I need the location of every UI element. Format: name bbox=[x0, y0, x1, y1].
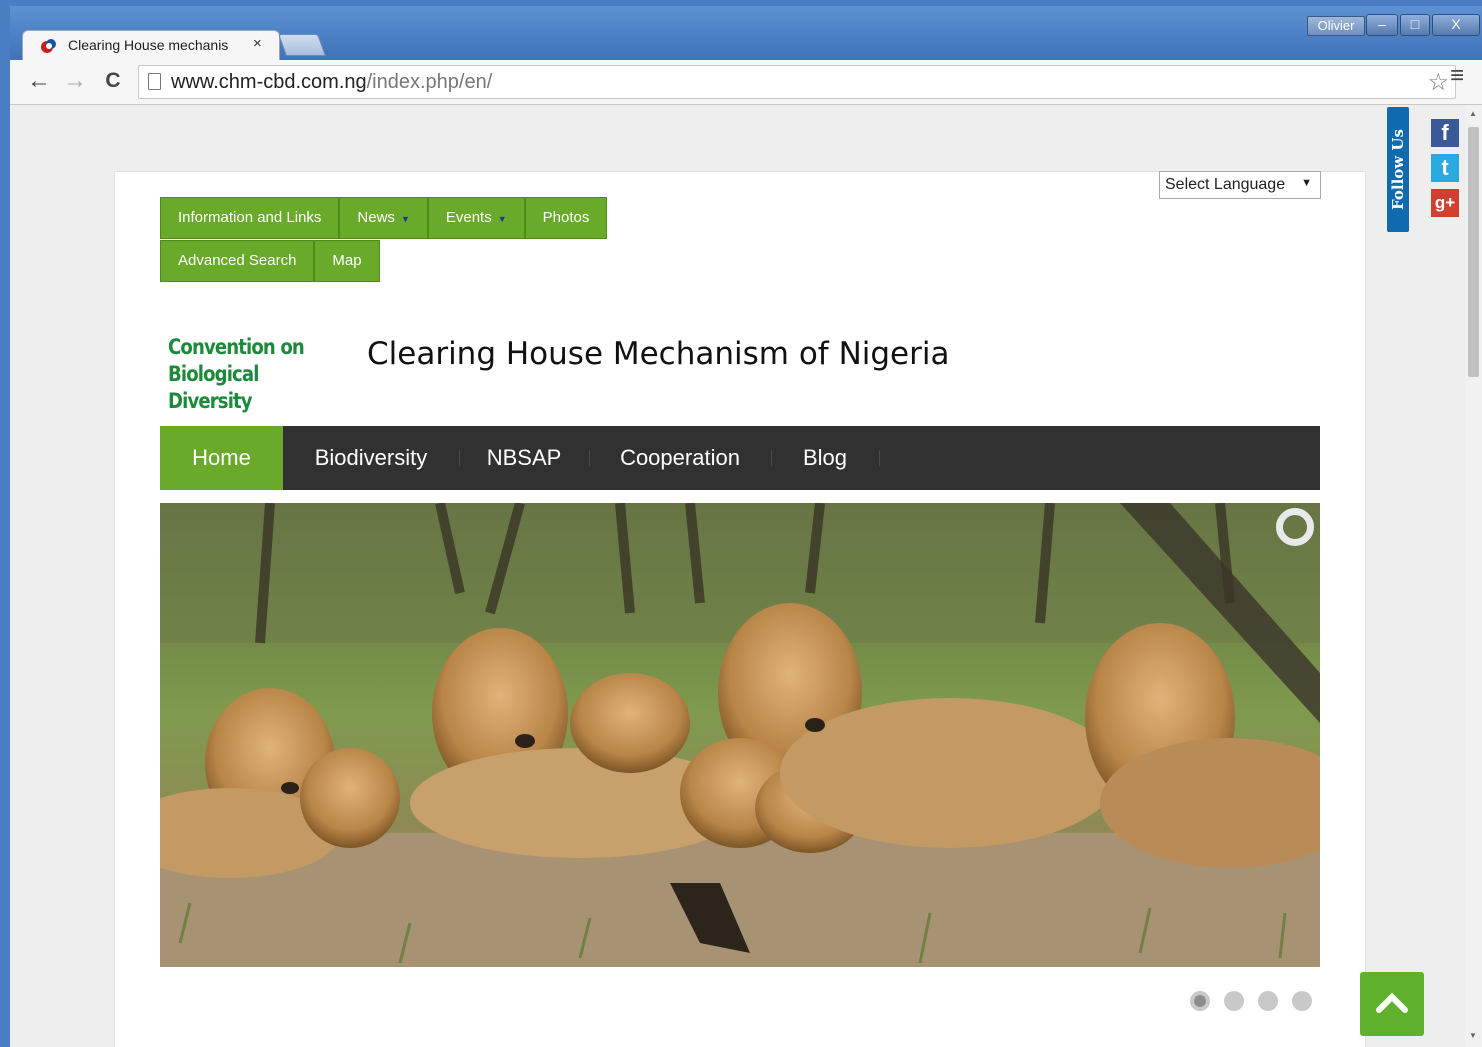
top-menu-label: Advanced Search bbox=[178, 252, 297, 269]
nav-item-cooperation[interactable]: Cooperation bbox=[589, 426, 771, 490]
new-tab-button[interactable] bbox=[277, 34, 327, 56]
google-plus-icon[interactable]: g+ bbox=[1431, 189, 1459, 217]
chevron-down-icon: ▼ bbox=[1301, 177, 1312, 189]
top-menu-item-advanced-search[interactable]: Advanced Search bbox=[160, 240, 315, 282]
image-slider[interactable] bbox=[160, 503, 1320, 967]
follow-us-tab[interactable]: Follow Us bbox=[1387, 107, 1409, 232]
site-title: Clearing House Mechanism of Nigeria bbox=[367, 336, 950, 372]
browser-tab[interactable]: Clearing House mechanis × bbox=[22, 30, 280, 60]
slider-dot[interactable] bbox=[1292, 991, 1312, 1011]
favicon-icon bbox=[41, 39, 56, 53]
follow-us-label: Follow Us bbox=[1389, 129, 1407, 210]
logo-line-2: Biological Diversity bbox=[168, 362, 259, 413]
tab-close-icon[interactable]: × bbox=[253, 35, 262, 52]
language-select[interactable]: Select Language ▼ bbox=[1159, 171, 1321, 199]
lions-photo bbox=[160, 503, 1320, 967]
top-menu-label: News bbox=[357, 209, 395, 226]
cbd-logo[interactable]: Convention on Biological Diversity bbox=[168, 334, 331, 415]
browser-menu-icon[interactable]: ≡ bbox=[1450, 62, 1464, 90]
slider-dot[interactable] bbox=[1190, 991, 1210, 1011]
top-menu-item-events[interactable]: Events ▼ bbox=[427, 197, 525, 239]
back-to-top-button[interactable] bbox=[1360, 972, 1424, 1036]
nav-item-home[interactable]: Home bbox=[160, 426, 283, 490]
top-menu-item-information-and-links[interactable]: Information and Links bbox=[160, 197, 340, 239]
toolbar: ← → C www.chm-cbd.com.ng/index.php/en/ ☆… bbox=[10, 60, 1482, 105]
top-menu-label: Events bbox=[445, 209, 492, 226]
url-text: www.chm-cbd.com.ng/index.php/en/ bbox=[171, 71, 493, 93]
slider-pause-icon[interactable] bbox=[1276, 508, 1314, 546]
logo-line-1: Convention on bbox=[168, 335, 305, 359]
reload-icon[interactable]: C bbox=[100, 67, 126, 95]
twitter-icon[interactable]: t bbox=[1431, 154, 1459, 182]
top-menu-label: Information and Links bbox=[178, 209, 322, 226]
nav-item-biodiversity[interactable]: Biodiversity bbox=[283, 426, 459, 490]
profile-button[interactable]: Olivier bbox=[1307, 16, 1365, 36]
address-bar[interactable]: www.chm-cbd.com.ng/index.php/en/ ☆ bbox=[138, 65, 1456, 99]
page-icon bbox=[148, 73, 161, 90]
chevron-down-icon: ▼ bbox=[400, 214, 410, 224]
forward-icon[interactable]: → bbox=[62, 67, 88, 95]
language-select-value: Select Language bbox=[1165, 176, 1286, 193]
top-menu-label: Map bbox=[332, 252, 362, 269]
top-menu-item-map[interactable]: Map bbox=[314, 240, 380, 282]
slider-pagination bbox=[1190, 991, 1312, 1011]
top-menu-item-news[interactable]: News ▼ bbox=[339, 197, 428, 239]
top-menu-label: Photos bbox=[542, 209, 590, 226]
top-menu-item-photos[interactable]: Photos bbox=[524, 197, 608, 239]
facebook-icon[interactable]: f bbox=[1431, 119, 1459, 147]
slider-dot[interactable] bbox=[1258, 991, 1278, 1011]
top-menu-row-1: Information and Links News ▼ Events ▼ Photos bbox=[160, 197, 608, 239]
main-navigation: Home Biodiversity NBSAP Cooperation Blog bbox=[160, 426, 1320, 490]
nav-item-blog[interactable]: Blog bbox=[771, 426, 879, 490]
page-scrollbar[interactable]: ▲ ▼ bbox=[1465, 105, 1482, 1047]
bookmark-star-icon[interactable]: ☆ bbox=[1427, 68, 1449, 97]
scrollbar-thumb[interactable] bbox=[1468, 127, 1479, 377]
nav-divider bbox=[879, 450, 880, 466]
top-menu-row-2: Advanced Search Map bbox=[160, 240, 380, 282]
maximize-button[interactable]: □ bbox=[1400, 14, 1430, 36]
close-window-button[interactable]: X bbox=[1432, 14, 1480, 36]
page-viewport: Select Language ▼ Information and Links N… bbox=[10, 105, 1465, 1047]
tab-title: Clearing House mechanis bbox=[68, 37, 229, 53]
minimize-button[interactable]: – bbox=[1366, 14, 1398, 36]
scroll-up-icon[interactable]: ▲ bbox=[1469, 109, 1477, 118]
chevron-up-icon bbox=[1376, 992, 1408, 1013]
browser-chrome: Olivier – □ X Clearing House mechanis × … bbox=[0, 0, 1482, 105]
chevron-down-icon: ▼ bbox=[497, 214, 507, 224]
nav-item-nbsap[interactable]: NBSAP bbox=[459, 426, 589, 490]
back-icon[interactable]: ← bbox=[26, 67, 52, 95]
scroll-down-icon[interactable]: ▼ bbox=[1469, 1031, 1477, 1040]
slider-dot[interactable] bbox=[1224, 991, 1244, 1011]
